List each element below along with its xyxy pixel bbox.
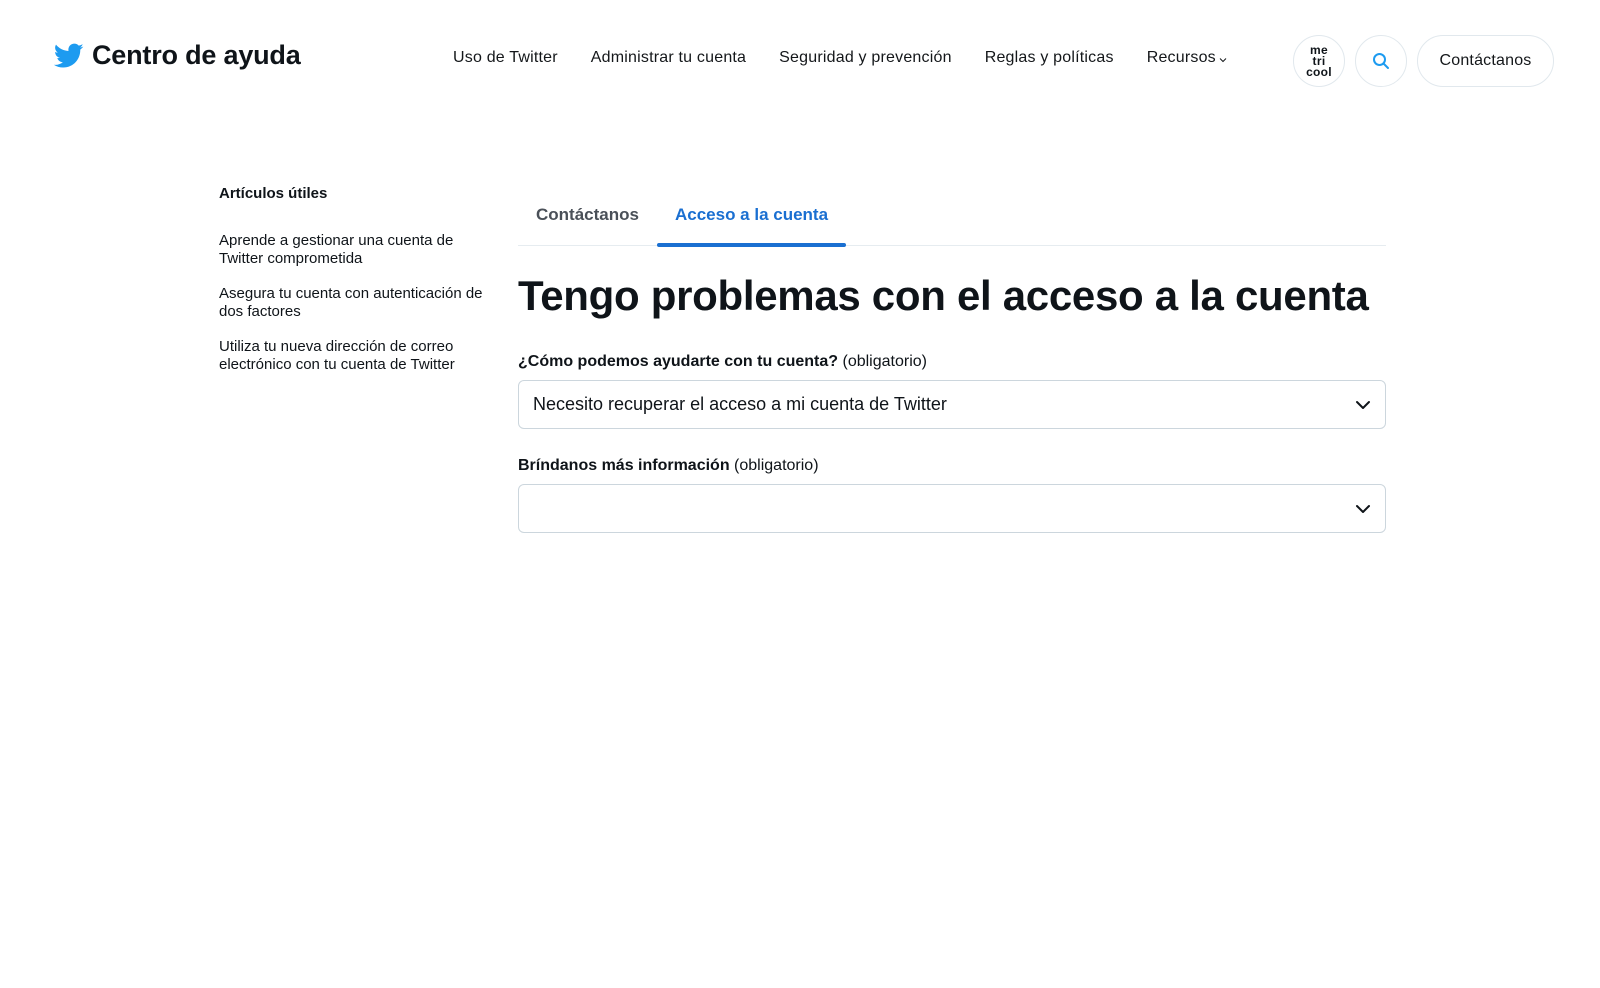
nav-item-seguridad[interactable]: Seguridad y prevención: [779, 49, 952, 67]
contact-button[interactable]: Contáctanos: [1417, 35, 1554, 87]
site-header: Centro de ayuda Uso de Twitter Administr…: [0, 0, 1600, 120]
field-label-help-type-text: ¿Cómo podemos ayudarte con tu cuenta?: [518, 353, 839, 370]
sidebar-title: Artículos útiles: [219, 185, 328, 202]
field-label-more-info-text: Bríndanos más información: [518, 457, 730, 474]
sidebar-link-compromised-account[interactable]: Aprende a gestionar una cuenta de Twitte…: [219, 232, 489, 268]
field-label-more-info: Bríndanos más información (obligatorio): [518, 457, 1386, 475]
tab-acceso-cuenta[interactable]: Acceso a la cuenta: [656, 190, 847, 247]
more-info-select[interactable]: [518, 484, 1386, 533]
tab-bar: Contáctanos Acceso a la cuenta: [518, 190, 1386, 247]
main-nav: Uso de Twitter Administrar tu cuenta Seg…: [453, 49, 1227, 67]
help-type-select[interactable]: Necesito recuperar el acceso a mi cuenta…: [518, 380, 1386, 429]
nav-item-uso-de-twitter[interactable]: Uso de Twitter: [453, 49, 558, 67]
chevron-down-icon: [1219, 55, 1227, 65]
chevron-down-icon: [1356, 504, 1370, 513]
twitter-bird-icon: [54, 43, 84, 67]
required-indicator: (obligatorio): [734, 457, 819, 474]
nav-item-reglas[interactable]: Reglas y políticas: [985, 49, 1114, 67]
helpful-articles-sidebar: Artículos útiles Aprende a gestionar una…: [219, 185, 489, 391]
brand-logo-link[interactable]: Centro de ayuda: [54, 40, 301, 71]
avatar-label: me tri cool: [1306, 42, 1332, 79]
avatar[interactable]: me tri cool: [1293, 35, 1345, 87]
search-icon: [1373, 53, 1389, 69]
search-button[interactable]: [1355, 35, 1407, 87]
chevron-down-icon: [1356, 400, 1370, 409]
required-indicator: (obligatorio): [842, 353, 927, 370]
nav-item-recursos-label: Recursos: [1146, 49, 1216, 66]
tab-contactanos[interactable]: Contáctanos: [518, 190, 657, 245]
help-type-select-value: Necesito recuperar el acceso a mi cuenta…: [533, 394, 947, 414]
page-title: Tengo problemas con el acceso a la cuent…: [518, 272, 1369, 319]
brand-title: Centro de ayuda: [92, 40, 301, 70]
sidebar-link-two-factor[interactable]: Asegura tu cuenta con autenticación de d…: [219, 285, 489, 321]
nav-item-administrar-cuenta[interactable]: Administrar tu cuenta: [591, 49, 746, 67]
main-content: Contáctanos Acceso a la cuenta Tengo pro…: [518, 190, 1386, 533]
nav-item-recursos[interactable]: Recursos: [1147, 49, 1227, 67]
field-label-help-type: ¿Cómo podemos ayudarte con tu cuenta? (o…: [518, 353, 1386, 371]
sidebar-link-new-email[interactable]: Utiliza tu nueva dirección de correo ele…: [219, 338, 489, 374]
